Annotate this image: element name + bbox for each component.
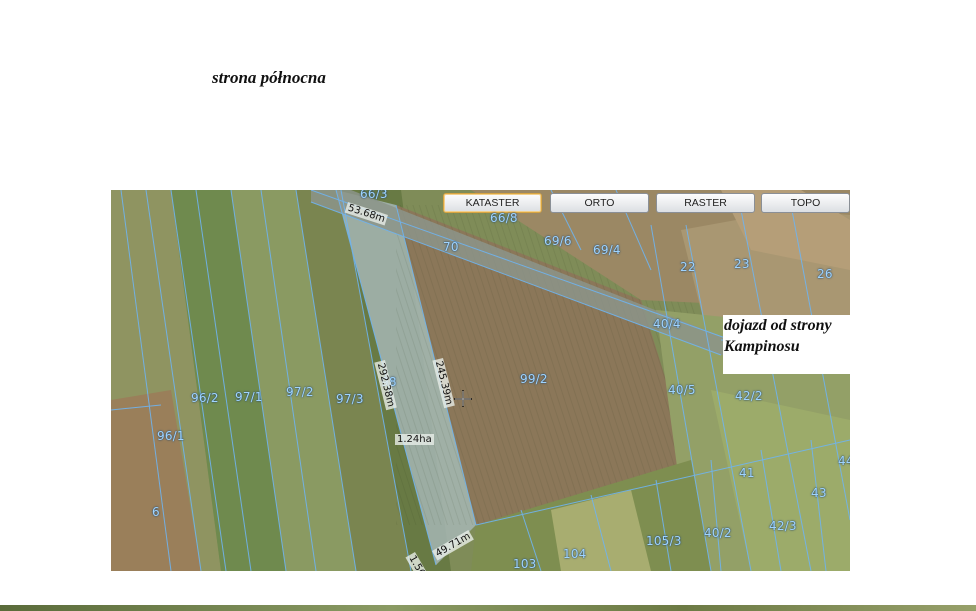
- parcel-label: 99/2: [520, 372, 548, 386]
- parcel-label: 40/2: [704, 526, 732, 540]
- parcel-label: 41: [739, 466, 755, 480]
- parcel-label: 96/2: [191, 391, 219, 405]
- access-note: dojazd od strony Kampinosu: [723, 315, 850, 374]
- raster-button[interactable]: RASTER: [656, 193, 755, 213]
- parcel-label: 42/2: [735, 389, 763, 403]
- parcel-label: 66/3: [360, 190, 388, 201]
- parcel-label: 42/3: [769, 519, 797, 533]
- parcel-label: 40/4: [653, 317, 681, 331]
- parcel-label: 69/4: [593, 243, 621, 257]
- parcel-label: 69/6: [544, 234, 572, 248]
- parcel-label: 105/3: [646, 534, 682, 548]
- bottom-image-strip: [0, 605, 976, 611]
- parcel-label: 96/1: [157, 429, 185, 443]
- parcel-label: 66/8: [490, 211, 518, 225]
- parcel-label: 44: [838, 454, 850, 468]
- kataster-button[interactable]: KATASTER: [443, 193, 542, 213]
- parcel-label: 22: [680, 260, 696, 274]
- topo-button[interactable]: TOPO: [761, 193, 850, 213]
- parcel-label: 26: [817, 267, 833, 281]
- orto-button[interactable]: ORTO: [550, 193, 649, 213]
- page-heading: strona północna: [212, 68, 326, 87]
- parcel-label: 6: [152, 505, 160, 519]
- parcel-label: 97/2: [286, 385, 314, 399]
- parcel-label: 40/5: [668, 383, 696, 397]
- map-imagery: [111, 190, 850, 571]
- parcel-label: 103: [513, 557, 537, 571]
- parcel-label: 97/3: [336, 392, 364, 406]
- access-note-line2: Kampinosu: [724, 338, 800, 355]
- parcel-label: 23: [734, 257, 750, 271]
- parcel-label: 43: [811, 486, 827, 500]
- access-note-line1: dojazd od strony: [724, 317, 832, 334]
- parcel-label: 97/1: [235, 390, 263, 404]
- parcel-label: 70: [443, 240, 459, 254]
- cadastral-map[interactable]: KATASTER ORTO RASTER TOPO 66/3 66/8 69/6…: [111, 190, 850, 571]
- area-label: 1.24ha: [395, 434, 434, 445]
- parcel-label: 104: [563, 547, 587, 561]
